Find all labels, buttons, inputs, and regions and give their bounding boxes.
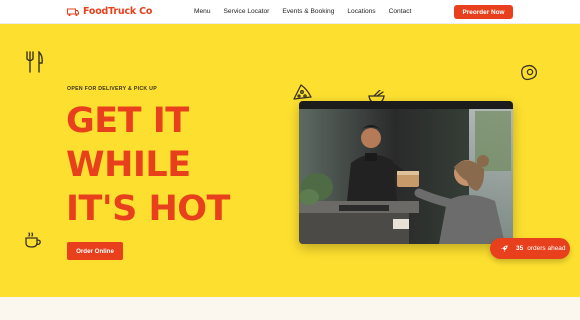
pizza-slice-icon (293, 84, 312, 100)
next-section-strip (0, 297, 580, 320)
orders-ahead-label: orders ahead (527, 245, 566, 252)
top-navbar: FoodTruck Co Menu Service Locator Events… (0, 0, 580, 24)
steak-icon (521, 64, 538, 81)
orders-ahead-count: 35 (516, 245, 524, 252)
orders-ahead-badge: 35 orders ahead (490, 238, 570, 259)
coffee-cup-icon (25, 232, 41, 248)
food-truck-photo (299, 101, 513, 244)
order-online-button[interactable]: Order Online (67, 242, 123, 260)
nav-contact[interactable]: Contact (389, 8, 412, 15)
food-truck-scene-image (299, 101, 513, 244)
brand-logo[interactable]: FoodTruck Co (67, 6, 152, 17)
hero-headline: GET IT WHILE IT'S HOT (66, 99, 230, 231)
nav-service-locator[interactable]: Service Locator (224, 8, 270, 15)
headline-line-2: WHILE (66, 145, 191, 185)
headline-line-3: IT'S HOT (66, 189, 230, 229)
preorder-button[interactable]: Preorder Now (454, 5, 513, 19)
fork-knife-icon (26, 51, 43, 73)
brand-name: FoodTruck Co (83, 6, 153, 17)
availability-eyebrow: OPEN FOR DELIVERY & PICK UP (67, 86, 157, 92)
nav-events-booking[interactable]: Events & Booking (282, 8, 334, 15)
food-truck-icon (67, 8, 79, 16)
nav-locations[interactable]: Locations (347, 8, 375, 15)
headline-line-1: GET IT (66, 101, 189, 141)
nav-menu[interactable]: Menu (194, 8, 211, 15)
rocket-icon (500, 245, 508, 253)
hero-section: OPEN FOR DELIVERY & PICK UP GET IT WHILE… (0, 24, 580, 297)
main-nav: Menu Service Locator Events & Booking Lo… (194, 8, 411, 15)
